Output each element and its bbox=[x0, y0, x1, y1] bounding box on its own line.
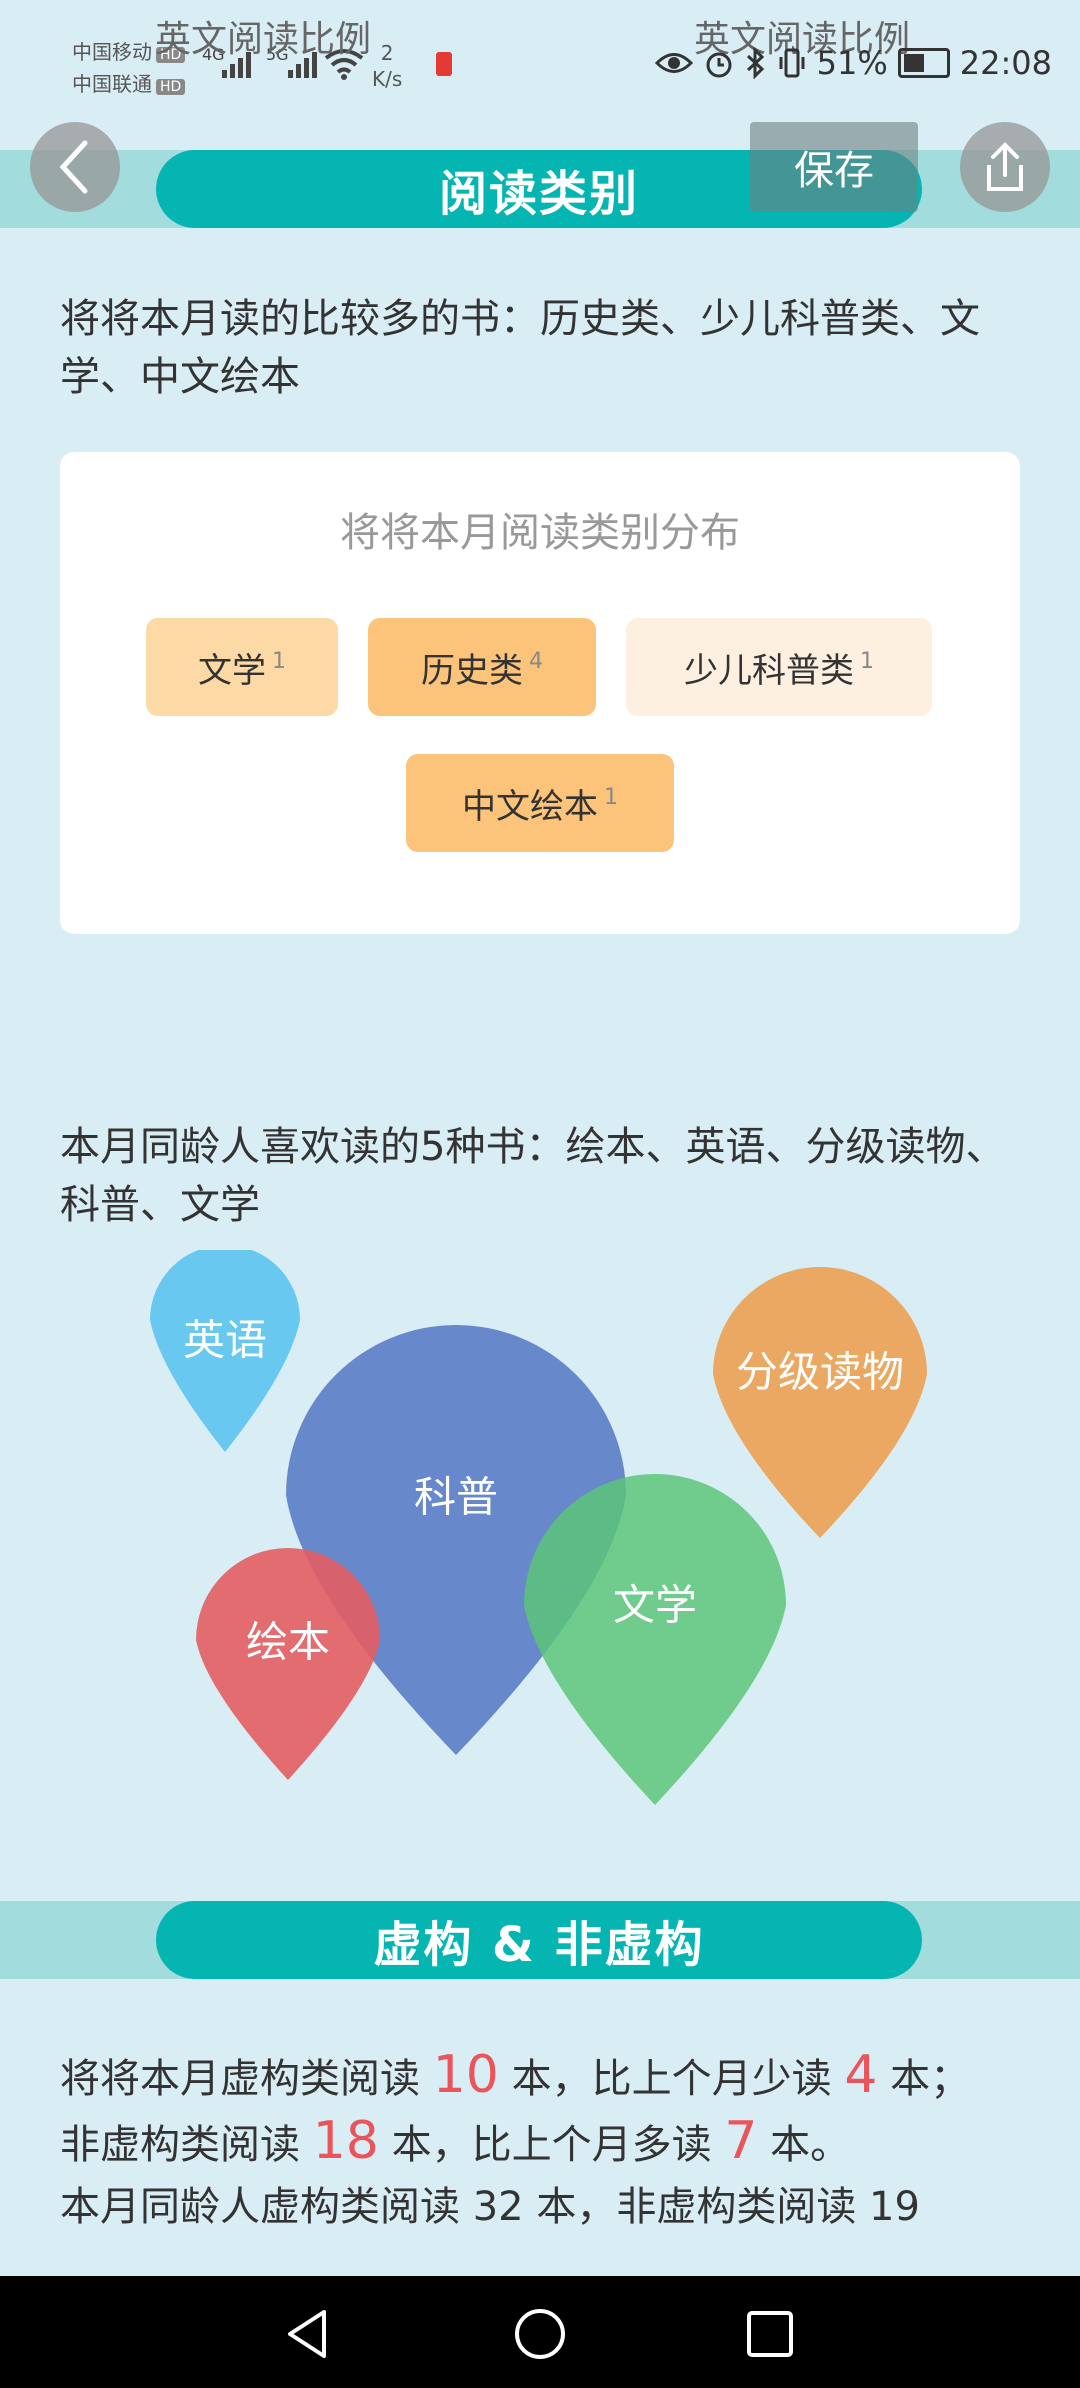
bubble-label: 文学 bbox=[613, 1581, 697, 1630]
category-chip[interactable]: 文学 1 bbox=[146, 618, 338, 716]
share-icon bbox=[987, 142, 1023, 191]
back-button[interactable] bbox=[30, 122, 120, 212]
red-envelope-icon bbox=[436, 52, 452, 76]
save-button[interactable]: 保存 bbox=[750, 122, 918, 212]
nav-recents-icon[interactable] bbox=[742, 2306, 798, 2362]
fiction-summary: 将将本月虚构类阅读 10 本，比上个月少读 4 本； 非虚构类阅读 18 本，比… bbox=[60, 2045, 971, 2230]
chevron-left-icon bbox=[59, 140, 88, 194]
category-chip[interactable]: 少儿科普类 1 bbox=[626, 618, 932, 716]
battery-icon bbox=[897, 48, 950, 78]
category-chip[interactable]: 历史类 4 bbox=[368, 618, 596, 716]
status-right: 51% 22:08 bbox=[654, 44, 1052, 82]
alarm-icon bbox=[706, 52, 732, 78]
share-button[interactable] bbox=[960, 122, 1050, 212]
bubble-english: 英语 bbox=[150, 1250, 300, 1452]
bubble-literature: 文学 bbox=[524, 1474, 786, 1805]
status-bar: 中国移动 HD 中国联通 HD 4G 5G 2 K/s 英文阅读比例 英文阅读比例 bbox=[0, 0, 1080, 130]
nav-back-icon[interactable] bbox=[280, 2306, 336, 2362]
battery-percent: 51% bbox=[816, 44, 888, 82]
bubble-leveled-reading: 分级读物 bbox=[713, 1267, 927, 1538]
peer-bubbles: 英语 分级读物 科普 绘本 文学 bbox=[150, 1250, 927, 1805]
vibrate-icon bbox=[779, 48, 805, 78]
peers-summary: 本月同龄人喜欢读的5种书：绘本、英语、分级读物、科普、文学 bbox=[60, 1124, 1006, 1228]
clock: 22:08 bbox=[959, 44, 1052, 82]
bubble-label: 英语 bbox=[183, 1316, 267, 1365]
category-chip[interactable]: 中文绘本 1 bbox=[406, 754, 674, 852]
bubble-label: 科普 bbox=[414, 1473, 498, 1522]
system-nav-bar bbox=[0, 2276, 1080, 2388]
bubble-picture-book: 绘本 bbox=[196, 1548, 380, 1780]
category-summary: 将将本月读的比较多的书：历史类、少儿科普类、文学、中文绘本 bbox=[60, 296, 980, 400]
card-title: 将将本月阅读类别分布 bbox=[340, 510, 740, 556]
network-speed: 2 K/s bbox=[372, 41, 403, 91]
carrier-2: 中国联通 HD bbox=[72, 68, 186, 97]
section-title-fiction: 虚构 & 非虚构 bbox=[156, 1901, 922, 1979]
bluetooth-icon bbox=[746, 47, 764, 79]
nav-home-icon[interactable] bbox=[512, 2306, 568, 2362]
ghost-title-left: 英文阅读比例 bbox=[155, 19, 372, 60]
category-card: 将将本月阅读类别分布 文学 1 历史类 4 少儿科普类 1 中文绘本 1 bbox=[60, 452, 1020, 934]
bubble-label: 分级读物 bbox=[736, 1348, 904, 1397]
eye-icon bbox=[654, 53, 693, 73]
bubble-label: 绘本 bbox=[246, 1618, 330, 1667]
